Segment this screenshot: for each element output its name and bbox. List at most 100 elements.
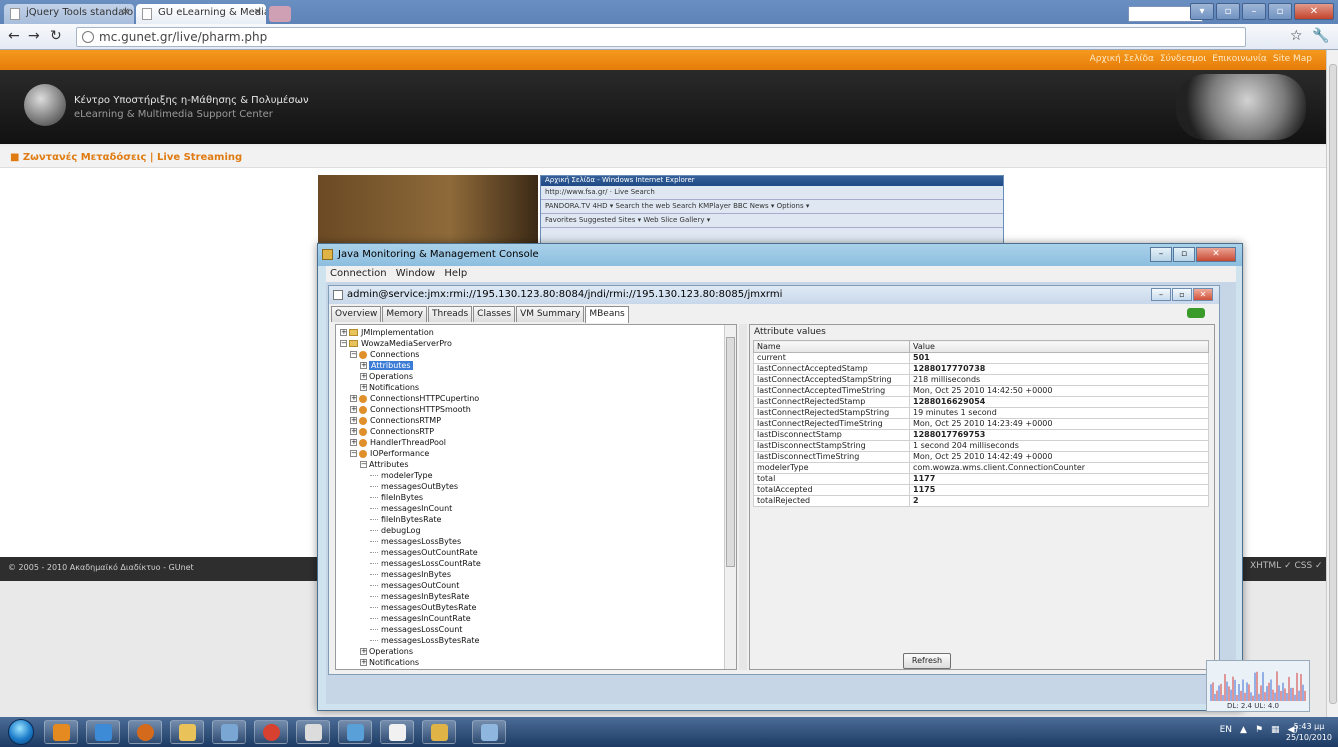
attribute-value[interactable]: 2 xyxy=(909,495,1209,507)
taskbar-app-11[interactable] xyxy=(472,720,506,744)
address-bar[interactable]: mc.gunet.gr/live/pharm.php xyxy=(76,27,1246,47)
taskbar-java[interactable] xyxy=(422,720,456,744)
language-indicator[interactable]: EN xyxy=(1220,725,1232,735)
attribute-value[interactable]: 1175 xyxy=(909,484,1209,496)
table-row[interactable]: totalAccepted 1175 xyxy=(753,484,1209,496)
tree-node[interactable]: messagesLossBytes xyxy=(370,536,461,547)
footer-validators[interactable]: XHTML ✓ CSS ✓ xyxy=(1250,561,1323,571)
restore-icon[interactable]: ▫ xyxy=(1216,3,1240,20)
connection-titlebar[interactable]: admin@service:jmx:rmi://195.130.123.80:8… xyxy=(329,286,1219,304)
page-scrollbar[interactable] xyxy=(1326,50,1338,717)
tree-node[interactable]: + JMImplementation xyxy=(340,327,434,338)
expand-toggle-icon[interactable]: + xyxy=(360,362,367,369)
table-row[interactable]: lastConnectRejectedStampString 19 minutes… xyxy=(753,407,1209,419)
minimize-button[interactable]: – xyxy=(1150,247,1172,262)
tray-expand-icon[interactable]: ▲ xyxy=(1240,725,1247,735)
attribute-value[interactable]: 1 second 204 milliseconds xyxy=(909,440,1209,452)
tab-mbeans[interactable]: MBeans xyxy=(585,306,629,323)
refresh-button[interactable]: Refresh xyxy=(903,653,951,669)
attribute-value[interactable]: com.wowza.wms.client.ConnectionCounter xyxy=(909,462,1209,474)
tree-node[interactable]: messagesInCountRate xyxy=(370,613,471,624)
close-tab-icon[interactable]: ✕ xyxy=(254,7,262,18)
tree-node[interactable]: debugLog xyxy=(370,525,421,536)
attribute-value[interactable]: 1288016629054 xyxy=(909,396,1209,408)
close-tab-icon[interactable]: ✕ xyxy=(122,7,130,18)
tree-node[interactable]: + HandlerThreadPool xyxy=(350,437,446,448)
menu-window[interactable]: Window xyxy=(396,268,435,279)
expand-toggle-icon[interactable]: − xyxy=(350,450,357,457)
tree-node[interactable]: fileInBytes xyxy=(370,492,423,503)
expand-toggle-icon[interactable]: + xyxy=(360,373,367,380)
attribute-value[interactable]: 1288017769753 xyxy=(909,429,1209,441)
tree-node[interactable]: fileInBytesRate xyxy=(370,514,441,525)
close-window-button[interactable]: ✕ xyxy=(1294,3,1334,20)
tab-overview[interactable]: Overview xyxy=(331,306,382,322)
tab-threads[interactable]: Threads xyxy=(427,306,473,322)
bookmark-star-icon[interactable]: ☆ xyxy=(1290,28,1303,44)
scroll-thumb[interactable] xyxy=(726,337,735,567)
back-icon[interactable]: ← xyxy=(8,28,20,44)
expand-toggle-icon[interactable]: − xyxy=(360,461,367,468)
expand-toggle-icon[interactable]: − xyxy=(350,351,357,358)
connection-status-icon[interactable] xyxy=(1187,308,1205,318)
expand-toggle-icon[interactable]: − xyxy=(340,340,347,347)
tree-node[interactable]: − Attributes xyxy=(360,459,409,470)
expand-toggle-icon[interactable]: + xyxy=(350,428,357,435)
tree-node[interactable]: + Operations xyxy=(360,646,413,657)
tree-node[interactable]: + ConnectionsHTTPSmooth xyxy=(350,404,471,415)
menu-connection[interactable]: Connection xyxy=(330,268,387,279)
maximize-button[interactable]: ▫ xyxy=(1173,247,1195,262)
close-button[interactable]: ✕ xyxy=(1193,288,1213,301)
table-row[interactable]: lastConnectAcceptedTimeString Mon, Oct 25… xyxy=(753,385,1209,397)
tree-node[interactable]: messagesInBytes xyxy=(370,569,451,580)
expand-toggle-icon[interactable]: + xyxy=(360,384,367,391)
forward-icon[interactable]: → xyxy=(28,28,40,44)
tab-jquery-tools[interactable]: jQuery Tools standalone ... ✕ xyxy=(4,4,134,24)
link-home[interactable]: Αρχική Σελίδα xyxy=(1090,54,1154,64)
tree-node[interactable]: messagesOutCount xyxy=(370,580,459,591)
tree-node[interactable]: messagesOutCountRate xyxy=(370,547,478,558)
minimize-button[interactable]: – xyxy=(1151,288,1171,301)
table-row[interactable]: lastConnectRejectedTimeString Mon, Oct 25… xyxy=(753,418,1209,430)
new-tab-button[interactable] xyxy=(269,6,291,22)
table-row[interactable]: totalRejected 2 xyxy=(753,495,1209,507)
tab-classes[interactable]: Classes xyxy=(473,306,516,322)
jconsole-titlebar[interactable]: Java Monitoring & Management Console – ▫… xyxy=(318,244,1242,266)
tree-node[interactable]: messagesLossCountRate xyxy=(370,558,481,569)
expand-toggle-icon[interactable]: + xyxy=(360,648,367,655)
tree-node[interactable]: − Connections xyxy=(350,349,419,360)
menu-help[interactable]: Help xyxy=(444,268,467,279)
expand-toggle-icon[interactable]: + xyxy=(340,329,347,336)
taskbar-app-8[interactable] xyxy=(338,720,372,744)
video-player[interactable] xyxy=(318,175,538,247)
table-row[interactable]: lastConnectAcceptedStamp 1288017770738 xyxy=(753,363,1209,375)
taskbar-app-7[interactable] xyxy=(296,720,330,744)
table-row[interactable]: lastConnectAcceptedStampString 218 millis… xyxy=(753,374,1209,386)
attribute-value[interactable]: 1288017770738 xyxy=(909,363,1209,375)
tree-node[interactable]: messagesOutBytes xyxy=(370,481,458,492)
table-row[interactable]: current 501 xyxy=(753,352,1209,364)
tree-node[interactable]: + ConnectionsRTP xyxy=(350,426,434,437)
attribute-value[interactable]: Mon, Oct 25 2010 14:42:50 +0000 xyxy=(909,385,1209,397)
taskbar-ie[interactable] xyxy=(86,720,120,744)
taskbar-explorer[interactable] xyxy=(170,720,204,744)
taskbar-app-5[interactable] xyxy=(212,720,246,744)
tree-node[interactable]: + Operations xyxy=(360,371,413,382)
attribute-value[interactable]: 218 milliseconds xyxy=(909,374,1209,386)
table-row[interactable]: lastDisconnectStampString 1 second 204 mi… xyxy=(753,440,1209,452)
maximize-button[interactable]: ▫ xyxy=(1172,288,1192,301)
tree-node[interactable]: messagesOutBytesRate xyxy=(370,602,476,613)
table-row[interactable]: modelerType com.wowza.wms.client.Connecti… xyxy=(753,462,1209,474)
attribute-value[interactable]: 19 minutes 1 second xyxy=(909,407,1209,419)
system-clock[interactable]: 5:43 μμ 25/10/2010 xyxy=(1286,721,1332,743)
tab-memory[interactable]: Memory xyxy=(382,306,427,322)
taskbar-app-9[interactable] xyxy=(380,720,414,744)
table-row[interactable]: lastConnectRejectedStamp 1288016629054 xyxy=(753,396,1209,408)
maximize-button[interactable]: ▫ xyxy=(1268,3,1292,20)
taskbar-firefox[interactable] xyxy=(128,720,162,744)
expand-toggle-icon[interactable]: + xyxy=(350,417,357,424)
reload-icon[interactable]: ↻ xyxy=(50,28,62,44)
expand-toggle-icon[interactable]: + xyxy=(350,395,357,402)
column-header-value[interactable]: Value xyxy=(909,340,1209,353)
tree-node[interactable]: messagesLossCount xyxy=(370,624,462,635)
